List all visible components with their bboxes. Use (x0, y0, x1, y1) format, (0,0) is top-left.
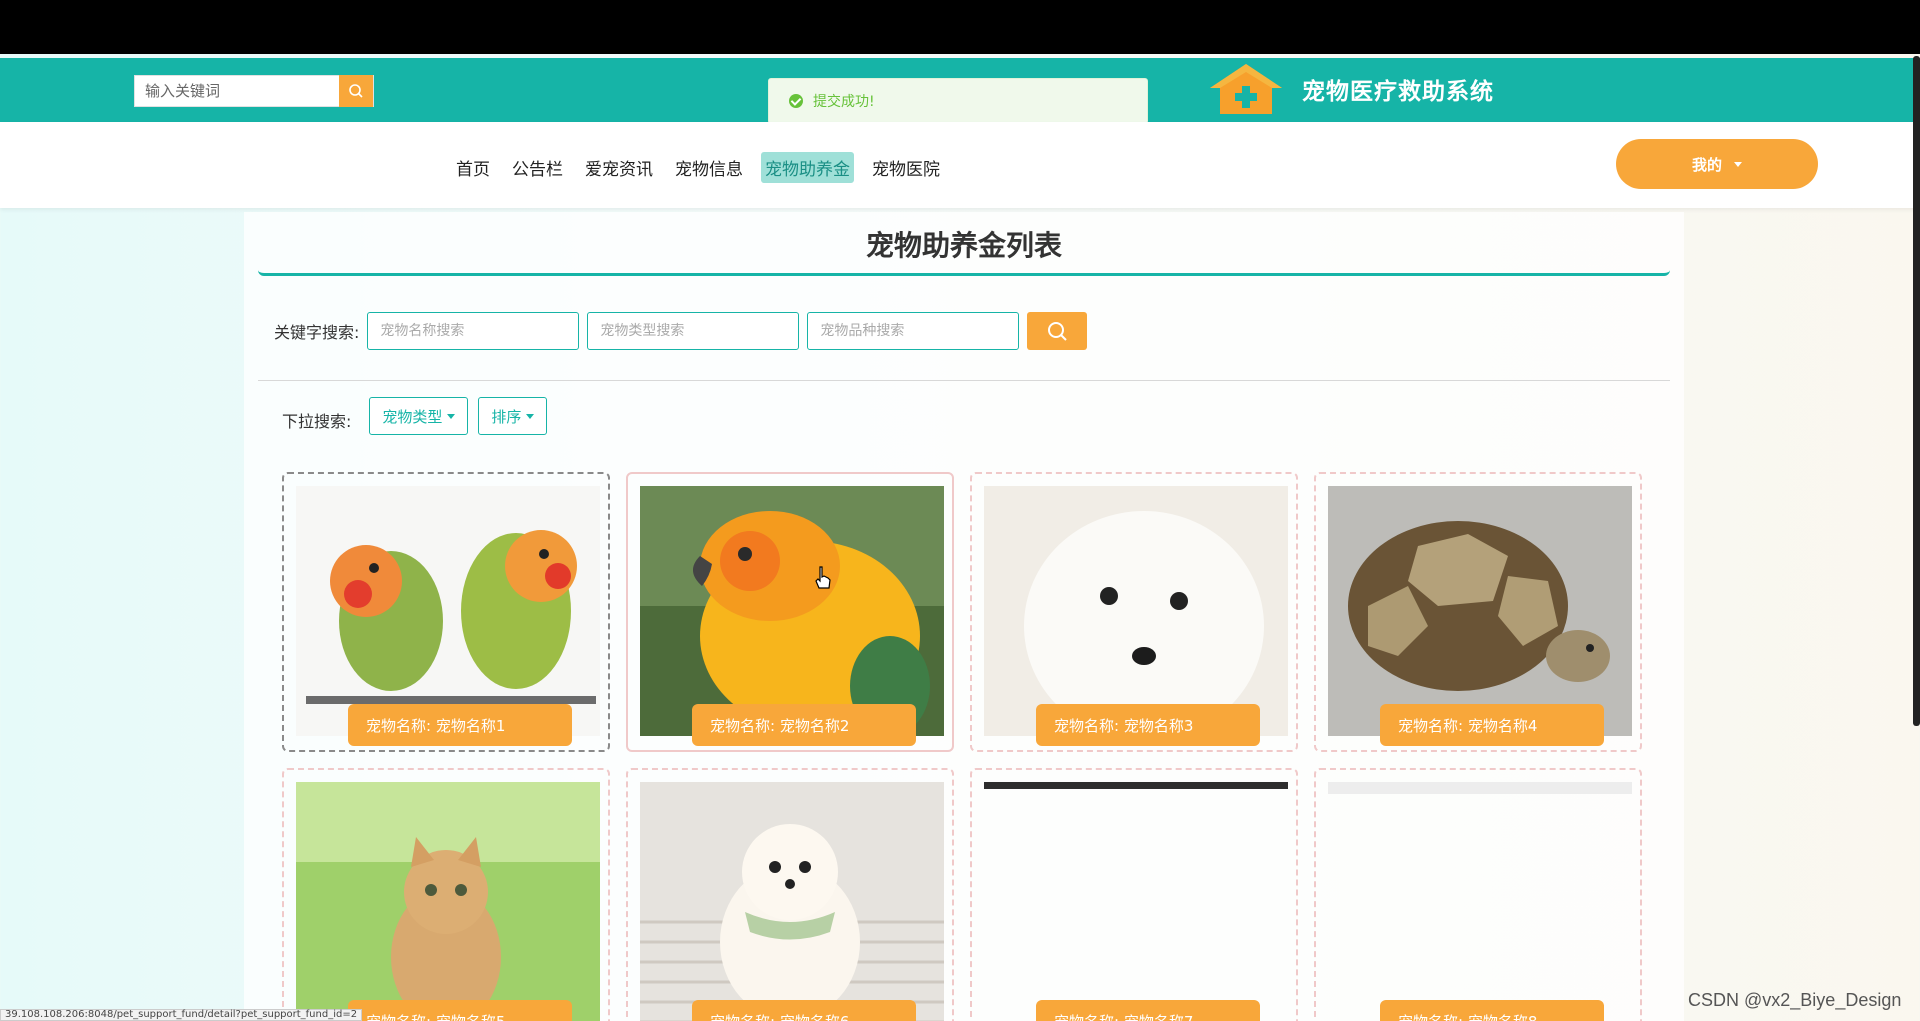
pet-photo-loading (984, 782, 1288, 1021)
nav-item-support-fund[interactable]: 宠物助养金 (761, 152, 854, 183)
header-search (134, 75, 374, 107)
keyword-search-label: 关键字搜索: (274, 323, 360, 342)
my-account-label: 我的 (1691, 155, 1722, 174)
header-search-button[interactable] (339, 75, 373, 107)
pet-card[interactable]: 宠物名称: 宠物名称6 (626, 768, 954, 1021)
pet-breed-search-input[interactable] (807, 312, 1020, 350)
chevron-down-icon (447, 413, 456, 419)
nav-item-notice[interactable]: 公告栏 (508, 152, 567, 183)
pet-card[interactable]: 宠物名称: 宠物名称2 (626, 472, 954, 752)
dropdown-search-label: 下拉搜索: (282, 412, 352, 431)
content-panel: 宠物助养金列表 关键字搜索: 下拉搜索: 宠物类型 排序 (244, 212, 1684, 1021)
pet-card-name: 宠物名称: 宠物名称2 (692, 704, 916, 746)
nav-item-pet-info[interactable]: 宠物信息 (671, 152, 747, 183)
pet-card[interactable]: 宠物名称: 宠物名称1 (282, 472, 610, 752)
watermark: CSDN @vx2_Biye_Design (1688, 990, 1902, 1010)
header-search-input[interactable] (135, 76, 340, 106)
sort-dropdown-label: 排序 (491, 407, 522, 426)
pet-card-name: 宠物名称: 宠物名称1 (348, 704, 572, 746)
chevron-down-icon (526, 413, 535, 419)
page-title: 宠物助养金列表 (258, 232, 1670, 276)
toast-message: 提交成功! (813, 94, 875, 110)
nav-item-news[interactable]: 爱宠资讯 (581, 152, 657, 183)
pet-card-name: 宠物名称: 宠物名称3 (1036, 704, 1260, 746)
nav-menu: 首页 公告栏 爱宠资讯 宠物信息 宠物助养金 宠物医院 (452, 152, 944, 183)
dropdown-search-row: 下拉搜索: 宠物类型 排序 (282, 397, 548, 435)
site-title: 宠物医疗救助系统 (1302, 79, 1494, 105)
pet-card[interactable]: 宠物名称: 宠物名称3 (970, 472, 1298, 752)
pet-card[interactable]: 宠物名称: 宠物名称4 (1314, 472, 1642, 752)
pet-photo-pomeranian (640, 782, 944, 1021)
success-toast: 提交成功! (768, 78, 1148, 124)
pet-card[interactable]: 宠物名称: 宠物名称8 (1314, 768, 1642, 1021)
pet-photo-sun-conure (640, 486, 944, 736)
page-scrollbar[interactable] (1913, 56, 1920, 726)
pet-type-dropdown-label: 宠物类型 (382, 407, 443, 426)
pet-type-dropdown[interactable]: 宠物类型 (369, 397, 469, 435)
search-icon (349, 84, 363, 98)
pet-photo-lovebirds (296, 486, 600, 736)
search-icon (1048, 322, 1068, 341)
chevron-down-icon (1734, 161, 1742, 167)
main-navbar: 首页 公告栏 爱宠资讯 宠物信息 宠物助养金 宠物医院 我的 (0, 122, 1920, 208)
pet-photo-tortoise (1328, 486, 1632, 736)
hand-cursor-icon (815, 566, 831, 589)
sort-dropdown[interactable]: 排序 (478, 397, 548, 435)
pet-type-search-input[interactable] (587, 312, 800, 350)
keyword-search-row: 关键字搜索: (274, 312, 1088, 350)
pet-card-name: 宠物名称: 宠物名称8 (1380, 1000, 1604, 1021)
site-brand: 宠物医疗救助系统 (1208, 62, 1494, 116)
pet-card[interactable]: 宠物名称: 宠物名称7 (970, 768, 1298, 1021)
nav-item-home[interactable]: 首页 (452, 152, 494, 183)
pet-hospital-logo-icon (1210, 64, 1282, 114)
section-divider (258, 380, 1670, 381)
pet-name-search-input[interactable] (367, 312, 580, 350)
keyword-search-button[interactable] (1027, 312, 1088, 350)
success-check-icon (789, 94, 803, 108)
pet-card[interactable]: 宠物名称: 宠物名称5 (282, 768, 610, 1021)
site-header: 提交成功! 宠物医疗救助系统 (0, 58, 1920, 124)
screen-top-bar (0, 0, 1920, 54)
pet-photo-loading (1328, 782, 1632, 1021)
pet-photo-white-puppy (984, 486, 1288, 736)
pet-photo-kitten (296, 782, 600, 1021)
pet-card-name: 宠物名称: 宠物名称7 (1036, 1000, 1260, 1021)
nav-item-hospital[interactable]: 宠物医院 (868, 152, 944, 183)
pet-card-name: 宠物名称: 宠物名称4 (1380, 704, 1604, 746)
pet-card-name: 宠物名称: 宠物名称6 (692, 1000, 916, 1021)
my-account-button[interactable]: 我的 (1616, 139, 1818, 189)
status-bar-url: 39.108.108.206:8048/pet_support_fund/det… (0, 1009, 363, 1021)
pet-card-name: 宠物名称: 宠物名称5 (348, 1000, 572, 1021)
